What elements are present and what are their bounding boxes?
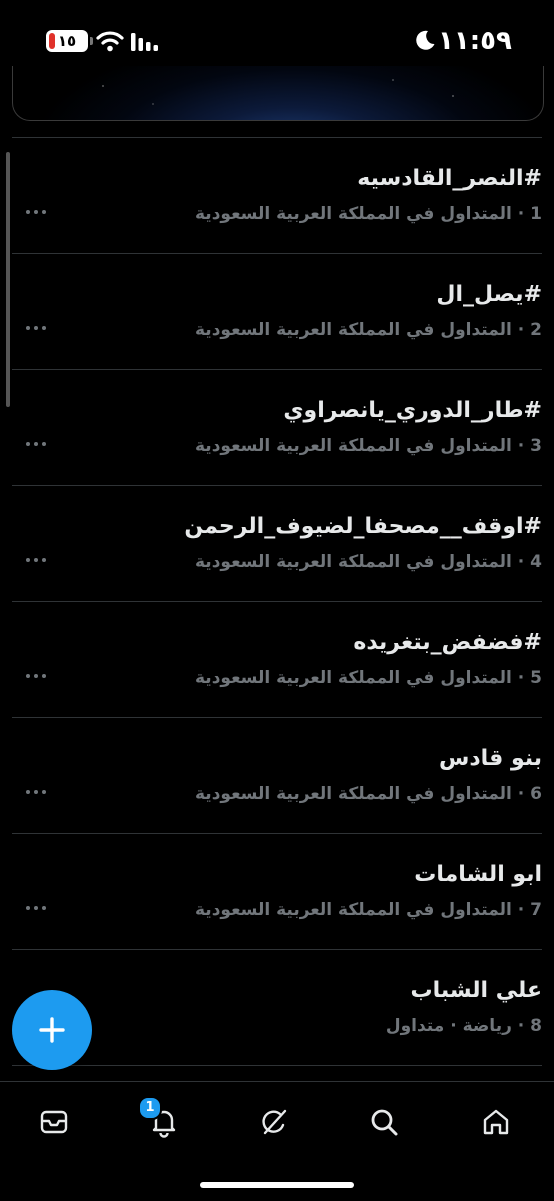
trend-title: #فضفض_بتغريده — [353, 630, 542, 655]
plus-icon — [39, 1017, 65, 1043]
moon-icon — [416, 30, 435, 50]
compose-post-button[interactable] — [12, 990, 92, 1070]
trend-title: بنو قادس — [438, 746, 542, 771]
trend-meta: 6 · المتداول في المملكة العربية السعودية — [195, 784, 542, 804]
trend-title: ابو الشامات — [414, 862, 542, 887]
trend-meta: 3 · المتداول في المملكة العربية السعودية — [195, 436, 542, 456]
notification-badge: 1 — [138, 1096, 162, 1120]
trend-title: علي الشباب — [410, 978, 542, 1003]
battery-icon: ١٥ — [46, 30, 93, 52]
trend-title: #اوقف__مصحفا_لضيوف_الرحمن — [184, 514, 542, 539]
trend-meta: 8 · رياضة · متداول — [385, 1016, 542, 1036]
nav-grok[interactable] — [254, 1102, 294, 1142]
home-indicator[interactable] — [200, 1182, 354, 1188]
trend-item[interactable]: #فضفض_بتغريده 5 · المتداول في المملكة ال… — [12, 602, 542, 718]
trend-item[interactable]: بنو قادس 6 · المتداول في المملكة العربية… — [12, 718, 542, 834]
nav-home[interactable] — [476, 1102, 516, 1142]
more-options-icon[interactable] — [26, 674, 48, 680]
trend-meta: 7 · المتداول في المملكة العربية السعودية — [195, 900, 542, 920]
trend-meta: 1 · المتداول في المملكة العربية السعودية — [195, 204, 542, 224]
more-options-icon[interactable] — [26, 210, 48, 216]
trend-meta: 5 · المتداول في المملكة العربية السعودية — [195, 668, 542, 688]
trend-title: #يصل_ال — [436, 282, 542, 307]
grok-icon — [262, 1109, 287, 1135]
status-time: ١١:٥٩ — [438, 26, 512, 56]
trend-item[interactable]: #النصر_القادسيه 1 · المتداول في المملكة … — [12, 138, 542, 254]
trend-item[interactable]: #طار_الدوري_يانصراوي 3 · المتداول في الم… — [12, 370, 542, 486]
trend-item[interactable]: ابو الشامات 7 · المتداول في المملكة العر… — [12, 834, 542, 950]
home-icon — [483, 1109, 509, 1135]
trend-item[interactable]: #اوقف__مصحفا_لضيوف_الرحمن 4 · المتداول ف… — [12, 486, 542, 602]
trend-item[interactable]: #يصل_ال 2 · المتداول في المملكة العربية … — [12, 254, 542, 370]
nav-search[interactable] — [364, 1102, 404, 1142]
trend-title: #النصر_القادسيه — [357, 166, 542, 191]
trend-meta: 4 · المتداول في المملكة العربية السعودية — [195, 552, 542, 572]
more-options-icon[interactable] — [26, 442, 48, 448]
wifi-icon — [96, 31, 124, 52]
more-options-icon[interactable] — [26, 326, 48, 332]
trend-meta: 2 · المتداول في المملكة العربية السعودية — [195, 320, 542, 340]
battery-level-fill — [49, 33, 55, 49]
more-options-icon[interactable] — [26, 906, 48, 912]
more-options-icon[interactable] — [26, 790, 48, 796]
trend-title: #طار_الدوري_يانصراوي — [283, 398, 542, 423]
search-icon — [371, 1109, 398, 1136]
scrollbar-thumb[interactable] — [6, 152, 10, 407]
cellular-signal-icon — [131, 33, 158, 51]
nav-messages[interactable] — [34, 1102, 74, 1142]
battery-level: ١٥ — [57, 32, 77, 50]
more-options-icon[interactable] — [26, 558, 48, 564]
explore-banner-image[interactable] — [12, 66, 544, 121]
messages-icon — [40, 1110, 68, 1134]
